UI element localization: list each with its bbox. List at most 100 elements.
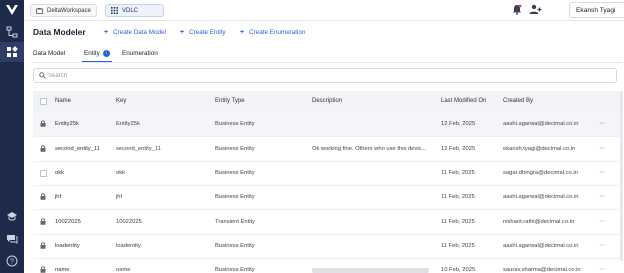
cell-name[interactable]: okk	[55, 170, 64, 176]
cell-created-by: aashi.agarwal@decimal.co.in	[503, 243, 579, 249]
cell-created-by: nishant.rathi@decimal.co.in	[503, 219, 575, 225]
lock-icon	[40, 120, 46, 127]
cell-created-by: aashi.agarwal@decimal.co.in	[503, 121, 579, 127]
school-icon[interactable]	[6, 210, 18, 222]
table-row[interactable]: loadentity loadentity Business Entity 11 Fe…	[33, 234, 622, 259]
vdlc-selector[interactable]: VDLC	[105, 4, 164, 17]
more-options-icon[interactable]: ···	[599, 218, 605, 225]
cell-last-modified: 11 Feb, 2025	[441, 243, 475, 249]
search-input[interactable]	[48, 70, 608, 81]
create-entity-label: Create Entity	[189, 29, 226, 36]
cell-name[interactable]: loadentity	[55, 243, 80, 249]
table-row[interactable]: okk okk Business Entity 11 Feb, 2025 sagar.d…	[33, 161, 622, 186]
info-icon: i	[102, 50, 110, 57]
lock-icon	[40, 242, 46, 249]
logo-icon[interactable]	[5, 4, 19, 16]
cell-last-modified: 11 Feb, 2025	[441, 170, 475, 176]
topbar: DeltaWorkspace VDLC Ekansh Tyagi ▼	[24, 0, 624, 21]
column-header-description[interactable]: Description	[312, 98, 342, 104]
cell-last-modified: 10 Feb, 2025	[441, 267, 476, 273]
cell-last-modified: 12 Feb, 2025	[441, 146, 476, 152]
cell-last-modified: 11 Feb, 2025	[441, 219, 475, 225]
more-options-icon[interactable]: ···	[599, 145, 605, 152]
create-enumeration-label: Create Enumeration	[249, 29, 306, 36]
more-options-icon[interactable]: ···	[599, 242, 605, 249]
lock-icon	[40, 193, 46, 200]
cell-last-modified: 12 Feb, 2025	[441, 121, 476, 127]
table-row[interactable]: name name Business Entity 10 Feb, 2025 saura…	[33, 258, 622, 273]
column-header-name[interactable]: Name	[55, 98, 71, 104]
column-header-created-by[interactable]: Created By	[503, 98, 533, 104]
cell-description: Ok working fine. Others who use this dev…	[312, 146, 427, 152]
select-all-checkbox[interactable]	[40, 98, 47, 105]
tabs-divider	[33, 62, 622, 63]
table-header: Name Key Entity Type Description Last Mo…	[33, 91, 622, 112]
cell-key: jhf	[116, 194, 123, 200]
table-row[interactable]: second_entity_11 second_entity_11 Business…	[33, 137, 622, 162]
tab-data-model[interactable]: Data Model	[33, 50, 65, 57]
sidebar: ?	[0, 0, 24, 273]
more-options-icon[interactable]: ···	[599, 120, 605, 127]
more-options-icon[interactable]: ···	[599, 266, 605, 273]
cell-name[interactable]: jhf	[55, 194, 61, 200]
cell-name[interactable]: name	[55, 267, 70, 273]
cell-entity-type: Business Entity	[215, 146, 255, 152]
tab-label: Enumeration	[122, 50, 158, 57]
search-icon	[39, 72, 46, 79]
workspace-selector[interactable]: DeltaWorkspace	[30, 4, 97, 17]
cell-entity-type: Transient Entity	[215, 219, 256, 225]
chat-icon[interactable]	[6, 233, 18, 245]
create-data-model-button[interactable]: + Create Data Model	[104, 29, 166, 36]
cell-key: 10022025	[116, 219, 142, 225]
user-menu[interactable]: Ekansh Tyagi ▼	[569, 2, 624, 18]
create-data-model-label: Create Data Model	[113, 29, 166, 36]
more-options-icon[interactable]: ···	[599, 169, 605, 176]
scrollbar[interactable]	[620, 91, 623, 261]
cell-key: name	[116, 267, 131, 273]
row-checkbox[interactable]	[40, 170, 47, 177]
cell-created-by: saurav.sharma@decimal.co.in	[503, 267, 581, 273]
lock-icon	[40, 266, 46, 273]
cell-key: okk	[116, 170, 126, 176]
tab-label: Entity	[84, 50, 100, 58]
column-header-last-modified[interactable]: Last Modified On	[441, 98, 486, 104]
building-icon	[36, 7, 43, 14]
redacted-description	[312, 268, 429, 273]
plus-icon: +	[240, 29, 245, 36]
grid-icon[interactable]	[6, 46, 18, 58]
cell-key: loadentity	[116, 243, 141, 249]
bell-icon[interactable]	[512, 4, 522, 15]
create-enumeration-button[interactable]: + Create Enumeration	[240, 29, 305, 36]
cell-created-by: sagar.dhingra@decimal.co.in	[503, 170, 578, 176]
workspace-name: DeltaWorkspace	[47, 7, 91, 14]
table-row[interactable]: jhf jhf Business Entity 11 Feb, 2025 aashi.a…	[33, 185, 622, 210]
cell-entity-type: Business Entity	[215, 267, 255, 273]
cell-created-by: ekansh.tyagi@decimal.co.in	[503, 146, 576, 152]
column-header-key[interactable]: Key	[116, 98, 126, 104]
column-header-entity-type[interactable]: Entity Type	[215, 98, 245, 104]
flow-icon[interactable]	[6, 26, 18, 38]
table-row[interactable]: 10022025 10022025 Transient Entity 11 Feb, …	[33, 210, 622, 235]
tab-enumeration[interactable]: Enumeration	[122, 50, 158, 57]
cell-entity-type: Business Entity	[215, 121, 255, 127]
cell-entity-type: Business Entity	[215, 170, 255, 176]
help-icon[interactable]: ?	[6, 255, 18, 267]
tab-entity[interactable]: Entity i	[84, 50, 110, 57]
cell-name[interactable]: Entity25k	[55, 121, 79, 127]
cell-key: Entity25k	[116, 121, 140, 127]
more-options-icon[interactable]: ···	[599, 193, 605, 200]
cell-entity-type: Business Entity	[215, 194, 255, 200]
page-title: Data Modeler	[33, 27, 86, 37]
cell-last-modified: 11 Feb, 2025	[441, 194, 475, 200]
people-icon[interactable]	[529, 4, 542, 15]
table-row[interactable]: Entity25k Entity25k Business Entity 12 Feb,…	[33, 112, 622, 137]
create-entity-button[interactable]: + Create Entity	[180, 29, 226, 36]
search-box	[33, 68, 617, 83]
vdlc-label: VDLC	[122, 7, 139, 14]
cell-key: second_entity_11	[116, 146, 162, 152]
apps-grid-icon	[111, 7, 118, 14]
plus-icon: +	[104, 29, 109, 36]
cell-name[interactable]: 10022025	[55, 219, 81, 225]
lock-icon	[40, 145, 46, 152]
cell-name[interactable]: second_entity_11	[55, 146, 100, 152]
